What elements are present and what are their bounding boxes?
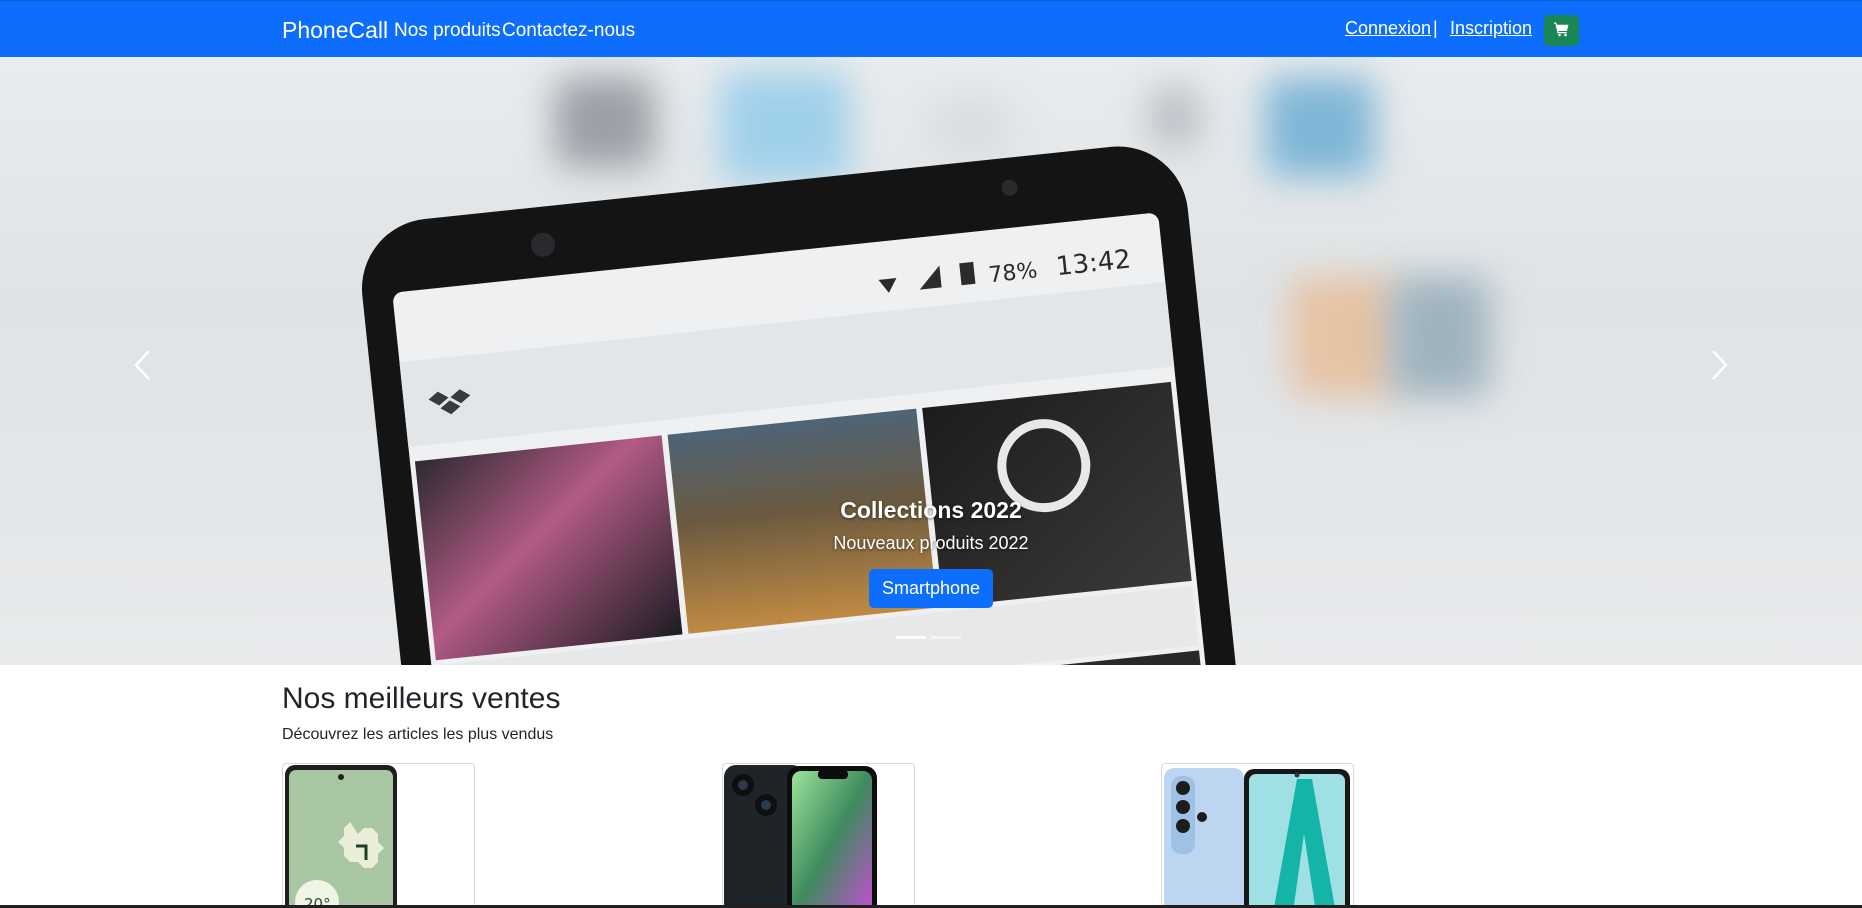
carousel-caption: Collections 2022 Nouveaux produits 2022 …	[781, 497, 1081, 608]
product-image	[724, 765, 877, 907]
product-card[interactable]: 20°	[282, 763, 475, 908]
carousel-indicators	[896, 636, 961, 639]
product-image: 20°	[285, 765, 397, 907]
nav-link-products[interactable]: Nos produits	[394, 20, 501, 42]
login-link[interactable]: Connexion	[1345, 18, 1431, 39]
auth-separator: |	[1433, 18, 1438, 38]
carousel-next-button[interactable]	[1690, 337, 1750, 397]
best-sellers-title: Nos meilleurs ventes	[282, 682, 561, 715]
product-card[interactable]	[722, 763, 915, 908]
cart-button[interactable]	[1544, 15, 1579, 46]
carousel-indicator-1[interactable]	[896, 636, 926, 639]
carousel-caption-title: Collections 2022	[840, 497, 1022, 523]
product-image	[1164, 768, 1350, 907]
phone-battery-text: 78%	[987, 258, 1038, 288]
carousel-indicator-2[interactable]	[931, 636, 961, 639]
best-sellers-subtitle: Découvrez les articles les plus vendus	[282, 726, 554, 743]
signup-link[interactable]: Inscription	[1450, 18, 1532, 39]
chevron-right-icon	[1709, 348, 1731, 387]
chevron-left-icon	[131, 348, 153, 387]
hero-carousel: 78% 13:42 Collections 2022 Nouveaux prod…	[0, 57, 1862, 665]
brand-link[interactable]: PhoneCall	[282, 17, 388, 44]
navbar: PhoneCall Nos produits Contactez-nous Co…	[0, 0, 1862, 57]
cart-icon	[1553, 21, 1570, 40]
carousel-caption-subtitle: Nouveaux produits 2022	[833, 533, 1029, 553]
nav-link-contact[interactable]: Contactez-nous	[502, 20, 635, 42]
product-card[interactable]	[1161, 763, 1354, 908]
carousel-prev-button[interactable]	[112, 337, 172, 397]
smartphone-button[interactable]: Smartphone	[868, 569, 994, 608]
